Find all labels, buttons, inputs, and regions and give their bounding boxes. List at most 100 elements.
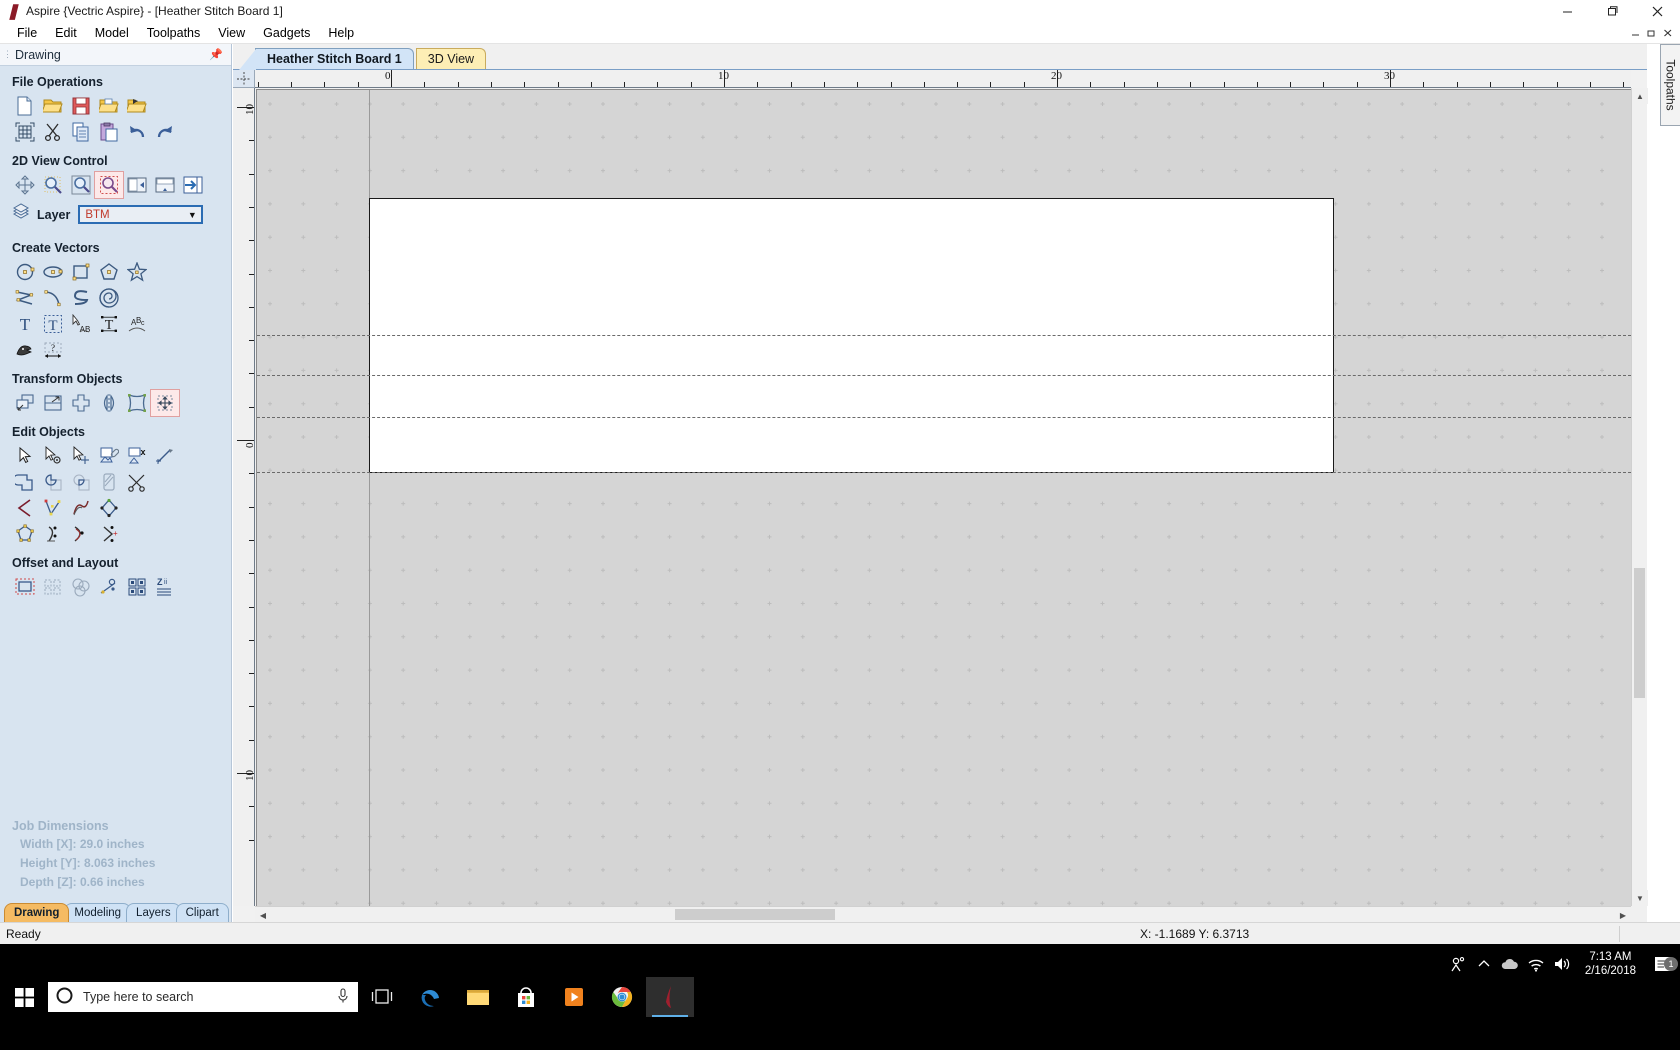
draw-curve-icon[interactable] [67,285,95,311]
panel-tab-drawing[interactable]: Drawing [4,903,70,922]
undo-icon[interactable] [123,119,151,145]
movies-tv-icon[interactable] [550,977,598,1017]
onedrive-cloud-icon[interactable] [1497,957,1523,971]
pan-view-icon[interactable] [11,172,39,198]
zoom-extents-icon[interactable] [67,172,95,198]
panel-tab-modeling[interactable]: Modeling [64,903,132,922]
draw-polygon-icon[interactable] [95,259,123,285]
offset-nodes-icon[interactable] [95,495,123,521]
chrome-browser-icon[interactable] [598,977,646,1017]
draw-circle-icon[interactable] [11,259,39,285]
mdi-close-button[interactable] [1660,23,1676,43]
pin-icon[interactable]: 📌 [209,48,223,61]
edge-browser-icon[interactable] [406,977,454,1017]
intersect-vectors-icon[interactable] [67,469,95,495]
panel-grip-icon[interactable]: ⋮ [3,50,13,59]
ungroup-objects-icon[interactable]: x [123,443,151,469]
volume-icon[interactable] [1549,956,1575,972]
block-copy-icon[interactable] [67,574,95,600]
text-on-curve-icon[interactable]: AB [67,311,95,337]
mirror-object-icon[interactable] [95,390,123,416]
scroll-right-arrow-icon[interactable]: ▶ [1615,907,1631,923]
insert-node-icon[interactable]: + [95,521,123,547]
select-vectors-icon[interactable] [11,443,39,469]
menu-file[interactable]: File [8,24,46,42]
toggle-left-pane-icon[interactable] [123,172,151,198]
maximize-2d-view-icon[interactable] [179,172,207,198]
file-explorer-icon[interactable] [454,977,502,1017]
join-vectors-icon[interactable] [11,495,39,521]
toggle-top-pane-icon[interactable] [151,172,179,198]
wifi-icon[interactable] [1523,957,1549,972]
menu-view[interactable]: View [209,24,254,42]
nesting-icon[interactable] [123,574,151,600]
horizontal-scroll-thumb[interactable] [675,909,835,920]
taskbar-clock[interactable]: 7:13 AM 2/16/2018 [1575,950,1646,978]
draw-ellipse-icon[interactable] [39,259,67,285]
minimize-button[interactable] [1545,0,1590,22]
start-node-icon[interactable] [39,521,67,547]
node-edit-icon[interactable] [39,443,67,469]
canvas-vertical-scrollbar[interactable]: ▲ ▼ [1631,88,1648,906]
menu-help[interactable]: Help [319,24,363,42]
rotate-object-icon[interactable] [67,390,95,416]
draw-arc-icon[interactable] [39,285,67,311]
canvas-horizontal-scrollbar[interactable]: ◀ ▶ [255,906,1631,923]
trace-bitmap-icon[interactable] [11,337,39,363]
vertical-scroll-thumb[interactable] [1634,568,1645,698]
guide-line[interactable] [257,335,1631,336]
show-hidden-icons-chevron[interactable] [1471,957,1497,971]
redo-icon[interactable] [151,119,179,145]
distort-object-icon[interactable] [123,390,151,416]
windows-start-icon[interactable] [0,977,48,1017]
paste-icon[interactable] [95,119,123,145]
trim-vectors-icon[interactable] [123,469,151,495]
2d-design-canvas[interactable] [256,89,1631,906]
aspire-app-icon[interactable] [646,977,694,1017]
action-center-icon[interactable]: 1 [1646,956,1680,973]
scale-object-icon[interactable] [39,390,67,416]
auto-text-layout-icon[interactable]: T [95,311,123,337]
draw-polyline-icon[interactable] [11,285,39,311]
measure-icon[interactable] [151,443,179,469]
text-on-arc-icon[interactable]: ABc [123,311,151,337]
document-tab-heather-stitch-board-1[interactable]: Heather Stitch Board 1 [239,48,414,70]
toolpaths-dock-tab[interactable]: Toolpaths [1660,44,1680,126]
copy-icon[interactable] [67,119,95,145]
group-objects-icon[interactable] [95,443,123,469]
mdi-restore-button[interactable] [1644,23,1660,43]
guide-line[interactable] [257,375,1631,376]
layer-dropdown[interactable]: BTM ▼ [78,205,204,224]
new-file-icon[interactable] [11,93,39,119]
fit-curves-icon[interactable] [39,495,67,521]
create-text-icon[interactable]: T [11,311,39,337]
chevron-down-icon[interactable]: ▼ [185,210,199,220]
taskbar-search-box[interactable]: Type here to search [48,982,358,1012]
close-button[interactable] [1635,0,1680,22]
menu-model[interactable]: Model [86,24,138,42]
maximize-button[interactable] [1590,0,1635,22]
import-bitmap-icon[interactable] [123,93,151,119]
fill-vectors-icon[interactable] [95,469,123,495]
open-file-icon[interactable] [39,93,67,119]
move-object-icon[interactable] [11,390,39,416]
texture-toolpath-icon[interactable]: Zii [151,574,179,600]
menu-toolpaths[interactable]: Toolpaths [138,24,210,42]
draw-star-icon[interactable] [123,259,151,285]
microphone-icon[interactable] [336,987,350,1007]
menu-edit[interactable]: Edit [46,24,86,42]
document-tab-3d-view[interactable]: 3D View [415,48,487,69]
draw-spiral-icon[interactable] [95,285,123,311]
offset-vectors-icon[interactable] [11,574,39,600]
microsoft-store-icon[interactable] [502,977,550,1017]
ruler-origin-box[interactable] [233,70,255,88]
copy-along-curve-icon[interactable] [95,574,123,600]
subtract-vectors-icon[interactable] [39,469,67,495]
guide-line[interactable] [257,472,1631,473]
horizontal-ruler[interactable]: 0 10 20 30 [255,70,1631,88]
close-vector-icon[interactable] [11,521,39,547]
move-nodes-icon[interactable] [67,443,95,469]
task-view-icon[interactable] [358,977,406,1017]
mdi-minimize-button[interactable] [1628,23,1644,43]
zoom-selection-icon[interactable] [94,171,124,199]
